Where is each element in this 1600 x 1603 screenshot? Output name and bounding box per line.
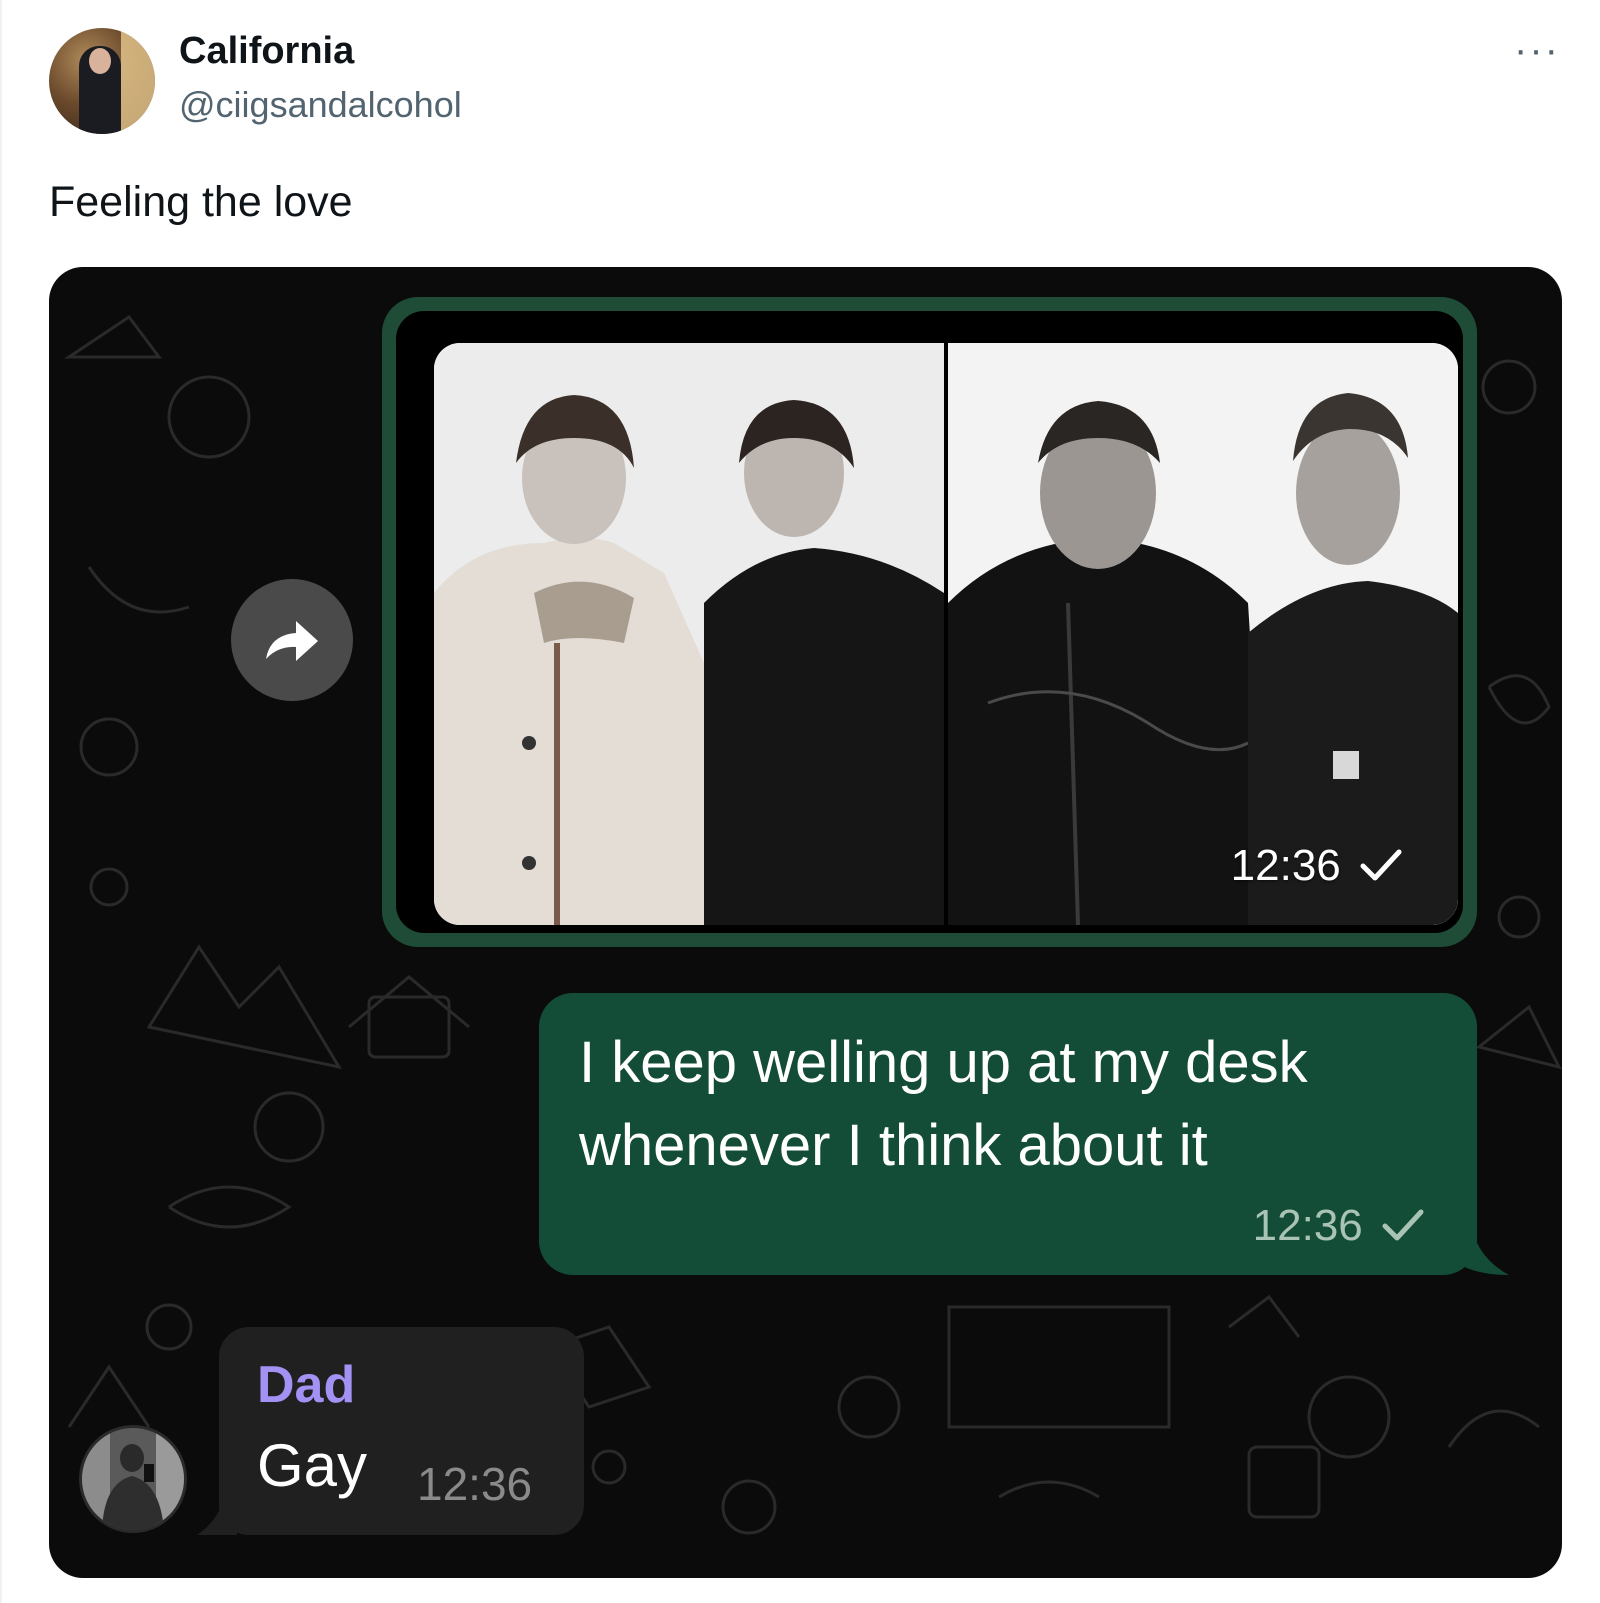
incoming-message-text: Gay bbox=[257, 1432, 368, 1499]
author-avatar[interactable] bbox=[49, 28, 155, 134]
forward-arrow-icon bbox=[266, 621, 318, 661]
avatar-background-door bbox=[121, 28, 155, 134]
check-icon bbox=[1360, 849, 1402, 881]
author-name[interactable]: California bbox=[179, 30, 354, 73]
photo-oasis-recent[interactable] bbox=[948, 343, 1458, 925]
tweet-text: Feeling the love bbox=[49, 178, 353, 226]
attached-screenshot[interactable]: 12:36 I keep welling up at my desk whene… bbox=[49, 267, 1562, 1578]
author-handle[interactable]: @ciigsandalcohol bbox=[179, 84, 462, 126]
outgoing-message-meta: 12:36 bbox=[1253, 1201, 1425, 1251]
incoming-message-sender[interactable]: Dad bbox=[257, 1355, 355, 1415]
image-message-time: 12:36 bbox=[1230, 841, 1341, 890]
outgoing-message-line-1: I keep welling up at my desk bbox=[579, 1030, 1308, 1095]
image-message-meta: 12:36 bbox=[1231, 841, 1403, 891]
outgoing-message-text: I keep welling up at my desk whenever I … bbox=[579, 1021, 1439, 1187]
sender-avatar-image bbox=[82, 1428, 184, 1530]
check-icon bbox=[1382, 1209, 1424, 1241]
image-message-frame: 12:36 bbox=[396, 311, 1463, 933]
incoming-message-time: 12:36 bbox=[417, 1458, 533, 1510]
image-message-bubble[interactable]: 12:36 bbox=[382, 297, 1477, 947]
tweet-card: California @ciigsandalcohol ··· Feeling … bbox=[0, 0, 1600, 1603]
photo-oasis-1990s[interactable] bbox=[434, 343, 944, 925]
incoming-message-bubble[interactable]: Dad Gay 12:36 bbox=[219, 1327, 584, 1535]
outgoing-message-line-2: whenever I think about it bbox=[579, 1113, 1208, 1178]
outgoing-message-time: 12:36 bbox=[1252, 1201, 1363, 1250]
forward-button[interactable] bbox=[231, 579, 353, 701]
avatar-face bbox=[89, 48, 111, 74]
more-options-button[interactable]: ··· bbox=[1514, 28, 1560, 73]
outgoing-message-bubble[interactable]: I keep welling up at my desk whenever I … bbox=[539, 993, 1477, 1275]
sender-avatar[interactable] bbox=[79, 1425, 187, 1533]
